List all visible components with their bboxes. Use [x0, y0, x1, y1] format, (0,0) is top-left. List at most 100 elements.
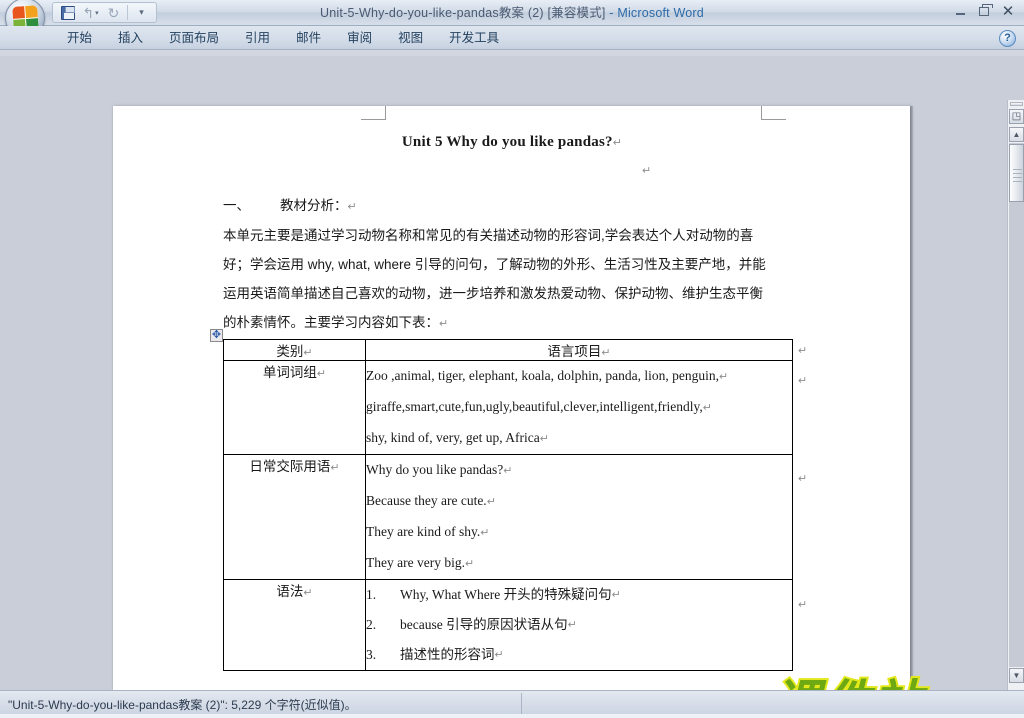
- word-window: Unit-5-Why-do-you-like-pandas教案 (2) [兼容模…: [0, 0, 1024, 718]
- status-bar: "Unit-5-Why-do-you-like-pandas教案 (2)": 5…: [0, 690, 1024, 718]
- pilcrow-icon: ↵: [798, 375, 808, 387]
- pilcrow-icon: ↵: [303, 587, 313, 599]
- chevron-down-icon: ▾: [139, 7, 144, 17]
- title-bar: Unit-5-Why-do-you-like-pandas教案 (2) [兼容模…: [0, 0, 1024, 38]
- restore-button[interactable]: [972, 1, 996, 21]
- expression-line: They are kind of shy.↵: [366, 517, 792, 548]
- minimize-button[interactable]: [948, 1, 972, 21]
- language-items-table[interactable]: 类别↵ 语言项目↵ 单词词组↵ Zoo ,animal, tiger, elep…: [223, 339, 793, 671]
- document-title-text: Unit 5 Why do you like pandas?: [401, 134, 613, 150]
- vocabulary-line: Zoo ,animal, tiger, elephant, koala, dol…: [366, 361, 792, 392]
- pilcrow-icon: ↵: [611, 589, 621, 601]
- pilcrow-icon: ↵: [702, 402, 712, 414]
- customize-qat-button[interactable]: ▾: [131, 3, 152, 22]
- section-heading-1-text: 教材分析：: [280, 198, 348, 213]
- pilcrow-icon: ↵: [316, 368, 327, 380]
- close-icon: ✕: [1001, 2, 1015, 20]
- section-heading-1-number: 一、: [223, 198, 250, 213]
- pilcrow-icon: ↵: [439, 318, 449, 330]
- grammar-line-number: 1.: [366, 587, 377, 602]
- expression-line: They are very big.↵: [366, 548, 792, 579]
- close-button[interactable]: ✕: [996, 1, 1020, 21]
- scrollbar-thumb[interactable]: [1009, 144, 1024, 202]
- table-header-language-items-text: 语言项目: [547, 344, 602, 359]
- table-cell-category-daily-expressions: 日常交际用语↵: [223, 454, 366, 580]
- expression-line-text: Why do you like pandas?: [366, 462, 504, 477]
- minimize-icon: [955, 13, 965, 15]
- grammar-line-text: 描述性的形容词: [400, 647, 495, 662]
- table-cell-category-vocabulary: 单词词组↵: [223, 360, 366, 455]
- ribbon-tabs: 开始 插入 页面布局 引用 邮件 审阅 视图 开发工具: [54, 26, 512, 50]
- save-icon: [60, 5, 75, 20]
- restore-icon: [979, 3, 993, 16]
- pilcrow-icon: ↵: [567, 619, 577, 631]
- split-window-handle[interactable]: [1010, 102, 1023, 106]
- undo-button[interactable]: ↰ ▾: [80, 3, 101, 22]
- vocabulary-line: shy, kind of, very, get up, Africa↵: [366, 423, 792, 454]
- document-workspace: Unit 5 Why do you like pandas?↵ ↵ 一、 教材分析…: [0, 50, 1024, 718]
- table-header-language-items: 语言项目↵: [365, 339, 793, 361]
- status-bar-message: "Unit-5-Why-do-you-like-pandas教案 (2)": 5…: [8, 698, 357, 712]
- tab-developer[interactable]: 开发工具: [436, 26, 512, 50]
- vocabulary-line-text: shy, kind of, very, get up, Africa: [366, 430, 540, 445]
- help-icon[interactable]: ?: [999, 30, 1016, 47]
- pilcrow-icon: ↵: [303, 347, 313, 359]
- vocabulary-line-text: Zoo ,animal, tiger, elephant, koala, dol…: [366, 368, 719, 383]
- select-browse-object-top-icon[interactable]: ◳: [1009, 109, 1024, 124]
- window-controls: ✕: [948, 1, 1020, 21]
- vocabulary-line: giraffe,smart,cute,fun,ugly,beautiful,cl…: [366, 392, 792, 423]
- grammar-line-text: Why, What Where 开头的特殊疑问句: [400, 587, 612, 602]
- analysis-paragraph-line-1: 本单元主要是通过学习动物名称和常见的有关描述动物的形容词,学会表达个人对动物的喜: [223, 228, 754, 243]
- tab-review[interactable]: 审阅: [334, 26, 385, 50]
- scroll-up-button[interactable]: ▲: [1009, 127, 1024, 142]
- table-cell-vocabulary-items: Zoo ,animal, tiger, elephant, koala, dol…: [365, 360, 793, 455]
- document-heading-title: Unit 5 Why do you like pandas?↵: [113, 134, 911, 151]
- redo-icon: ↻: [107, 4, 120, 21]
- pilcrow-icon: ↵: [330, 462, 340, 474]
- table-cell-category-vocabulary-text: 单词词组: [262, 365, 317, 380]
- pilcrow-icon: ↵: [612, 137, 623, 149]
- document-page[interactable]: Unit 5 Why do you like pandas?↵ ↵ 一、 教材分析…: [112, 106, 910, 718]
- tab-mailings[interactable]: 邮件: [283, 26, 334, 50]
- scroll-down-button[interactable]: ▼: [1009, 668, 1024, 683]
- vocabulary-line-text: giraffe,smart,cute,fun,ugly,beautiful,cl…: [366, 399, 703, 414]
- tab-home[interactable]: 开始: [54, 26, 105, 50]
- table-row: 语法↵ 1. Why, What Where 开头的特殊疑问句 ↵ 2. becaus…: [223, 579, 793, 671]
- grammar-line: 1. Why, What Where 开头的特殊疑问句 ↵: [366, 580, 792, 610]
- table-row: 单词词组↵ Zoo ,animal, tiger, elephant, koal…: [223, 360, 793, 455]
- undo-dropdown-icon[interactable]: ▾: [95, 9, 99, 17]
- analysis-paragraph-line-4-text: 的朴素情怀。主要学习内容如下表：: [223, 315, 439, 330]
- window-title-sep: -: [605, 6, 618, 20]
- tab-page-layout[interactable]: 页面布局: [156, 26, 232, 50]
- table-header-category: 类别↵: [223, 339, 366, 361]
- pilcrow-icon: ↵: [494, 649, 504, 661]
- save-button[interactable]: [57, 3, 78, 22]
- table-cell-category-grammar: 语法↵: [223, 579, 366, 671]
- grammar-line: 2. because 引导的原因状语从句 ↵: [366, 610, 792, 640]
- grammar-line-number: 2.: [366, 617, 377, 632]
- tab-references[interactable]: 引用: [232, 26, 283, 50]
- expression-line: Because they are cute.↵: [366, 486, 792, 517]
- pilcrow-icon: ↵: [601, 347, 611, 359]
- tab-view[interactable]: 视图: [385, 26, 436, 50]
- pilcrow-icon: ↵: [464, 558, 475, 570]
- workspace-top-strip: [0, 50, 1024, 56]
- tab-insert[interactable]: 插入: [105, 26, 156, 50]
- scrollbar-track[interactable]: [1009, 143, 1024, 667]
- status-bar-bottom-edge: [0, 714, 1024, 718]
- expression-line: Why do you like pandas?↵: [366, 455, 792, 486]
- pilcrow-icon: ↵: [539, 433, 549, 445]
- pilcrow-icon: ↵: [486, 496, 496, 508]
- table-cell-daily-expressions: Why do you like pandas?↵ Because they ar…: [365, 454, 793, 580]
- redo-button[interactable]: ↻: [103, 3, 124, 22]
- pilcrow-icon: ↵: [798, 345, 808, 357]
- grammar-line: 3. 描述性的形容词 ↵: [366, 640, 792, 670]
- expression-line-text: They are very big.: [366, 555, 465, 570]
- analysis-paragraph-line-3: 运用英语简单描述自己喜欢的动物，进一步培养和激发热爱动物、保护动物、维护生态平衡: [223, 286, 763, 301]
- pilcrow-icon: ↵: [798, 473, 808, 485]
- vertical-scrollbar[interactable]: ◳ ▲ ▼ ⯅ ◯ ⯆: [1007, 100, 1024, 718]
- document-body[interactable]: Unit 5 Why do you like pandas?↵ ↵ 一、 教材分析…: [113, 106, 911, 718]
- section-heading-1: 一、 教材分析：↵: [223, 194, 357, 214]
- table-move-handle[interactable]: ✥: [210, 329, 223, 342]
- grammar-line-number: 3.: [366, 647, 377, 662]
